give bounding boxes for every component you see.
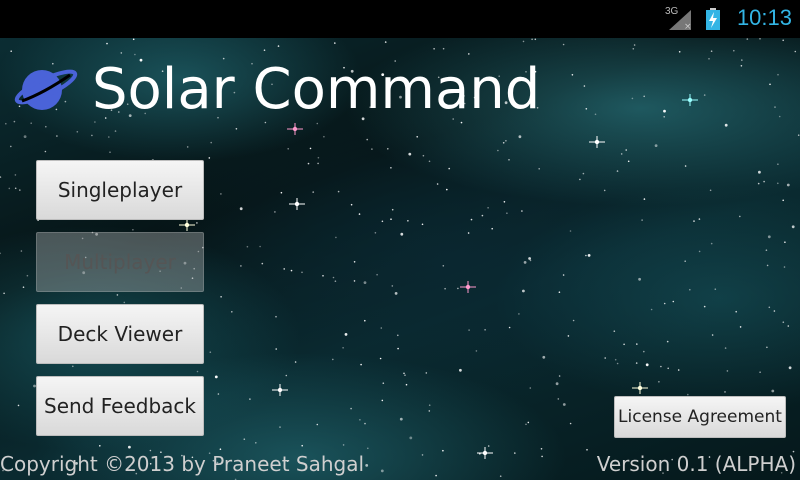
license-agreement-button[interactable]: License Agreement [614, 396, 786, 438]
svg-text:×: × [684, 22, 692, 32]
version-text: Version 0.1 (ALPHA) [596, 452, 796, 476]
network-type-label: 3G [665, 6, 679, 17]
main-menu-screen: Solar Command Singleplayer Multiplayer D… [0, 38, 800, 480]
send-feedback-button[interactable]: Send Feedback [36, 376, 204, 436]
copyright-text: Copyright ©2013 by Praneet Sahgal [0, 452, 365, 476]
planet-ring-icon [14, 63, 80, 115]
clock: 10:13 [736, 5, 792, 30]
singleplayer-button[interactable]: Singleplayer [36, 160, 204, 220]
multiplayer-button[interactable]: Multiplayer [36, 232, 204, 292]
status-bar: 3G × 10:13 [0, 0, 800, 38]
battery-charging-icon [706, 8, 720, 30]
deck-viewer-button[interactable]: Deck Viewer [36, 304, 204, 364]
signal-no-data-icon: 3G × [665, 6, 695, 32]
app-title: Solar Command [92, 57, 541, 122]
